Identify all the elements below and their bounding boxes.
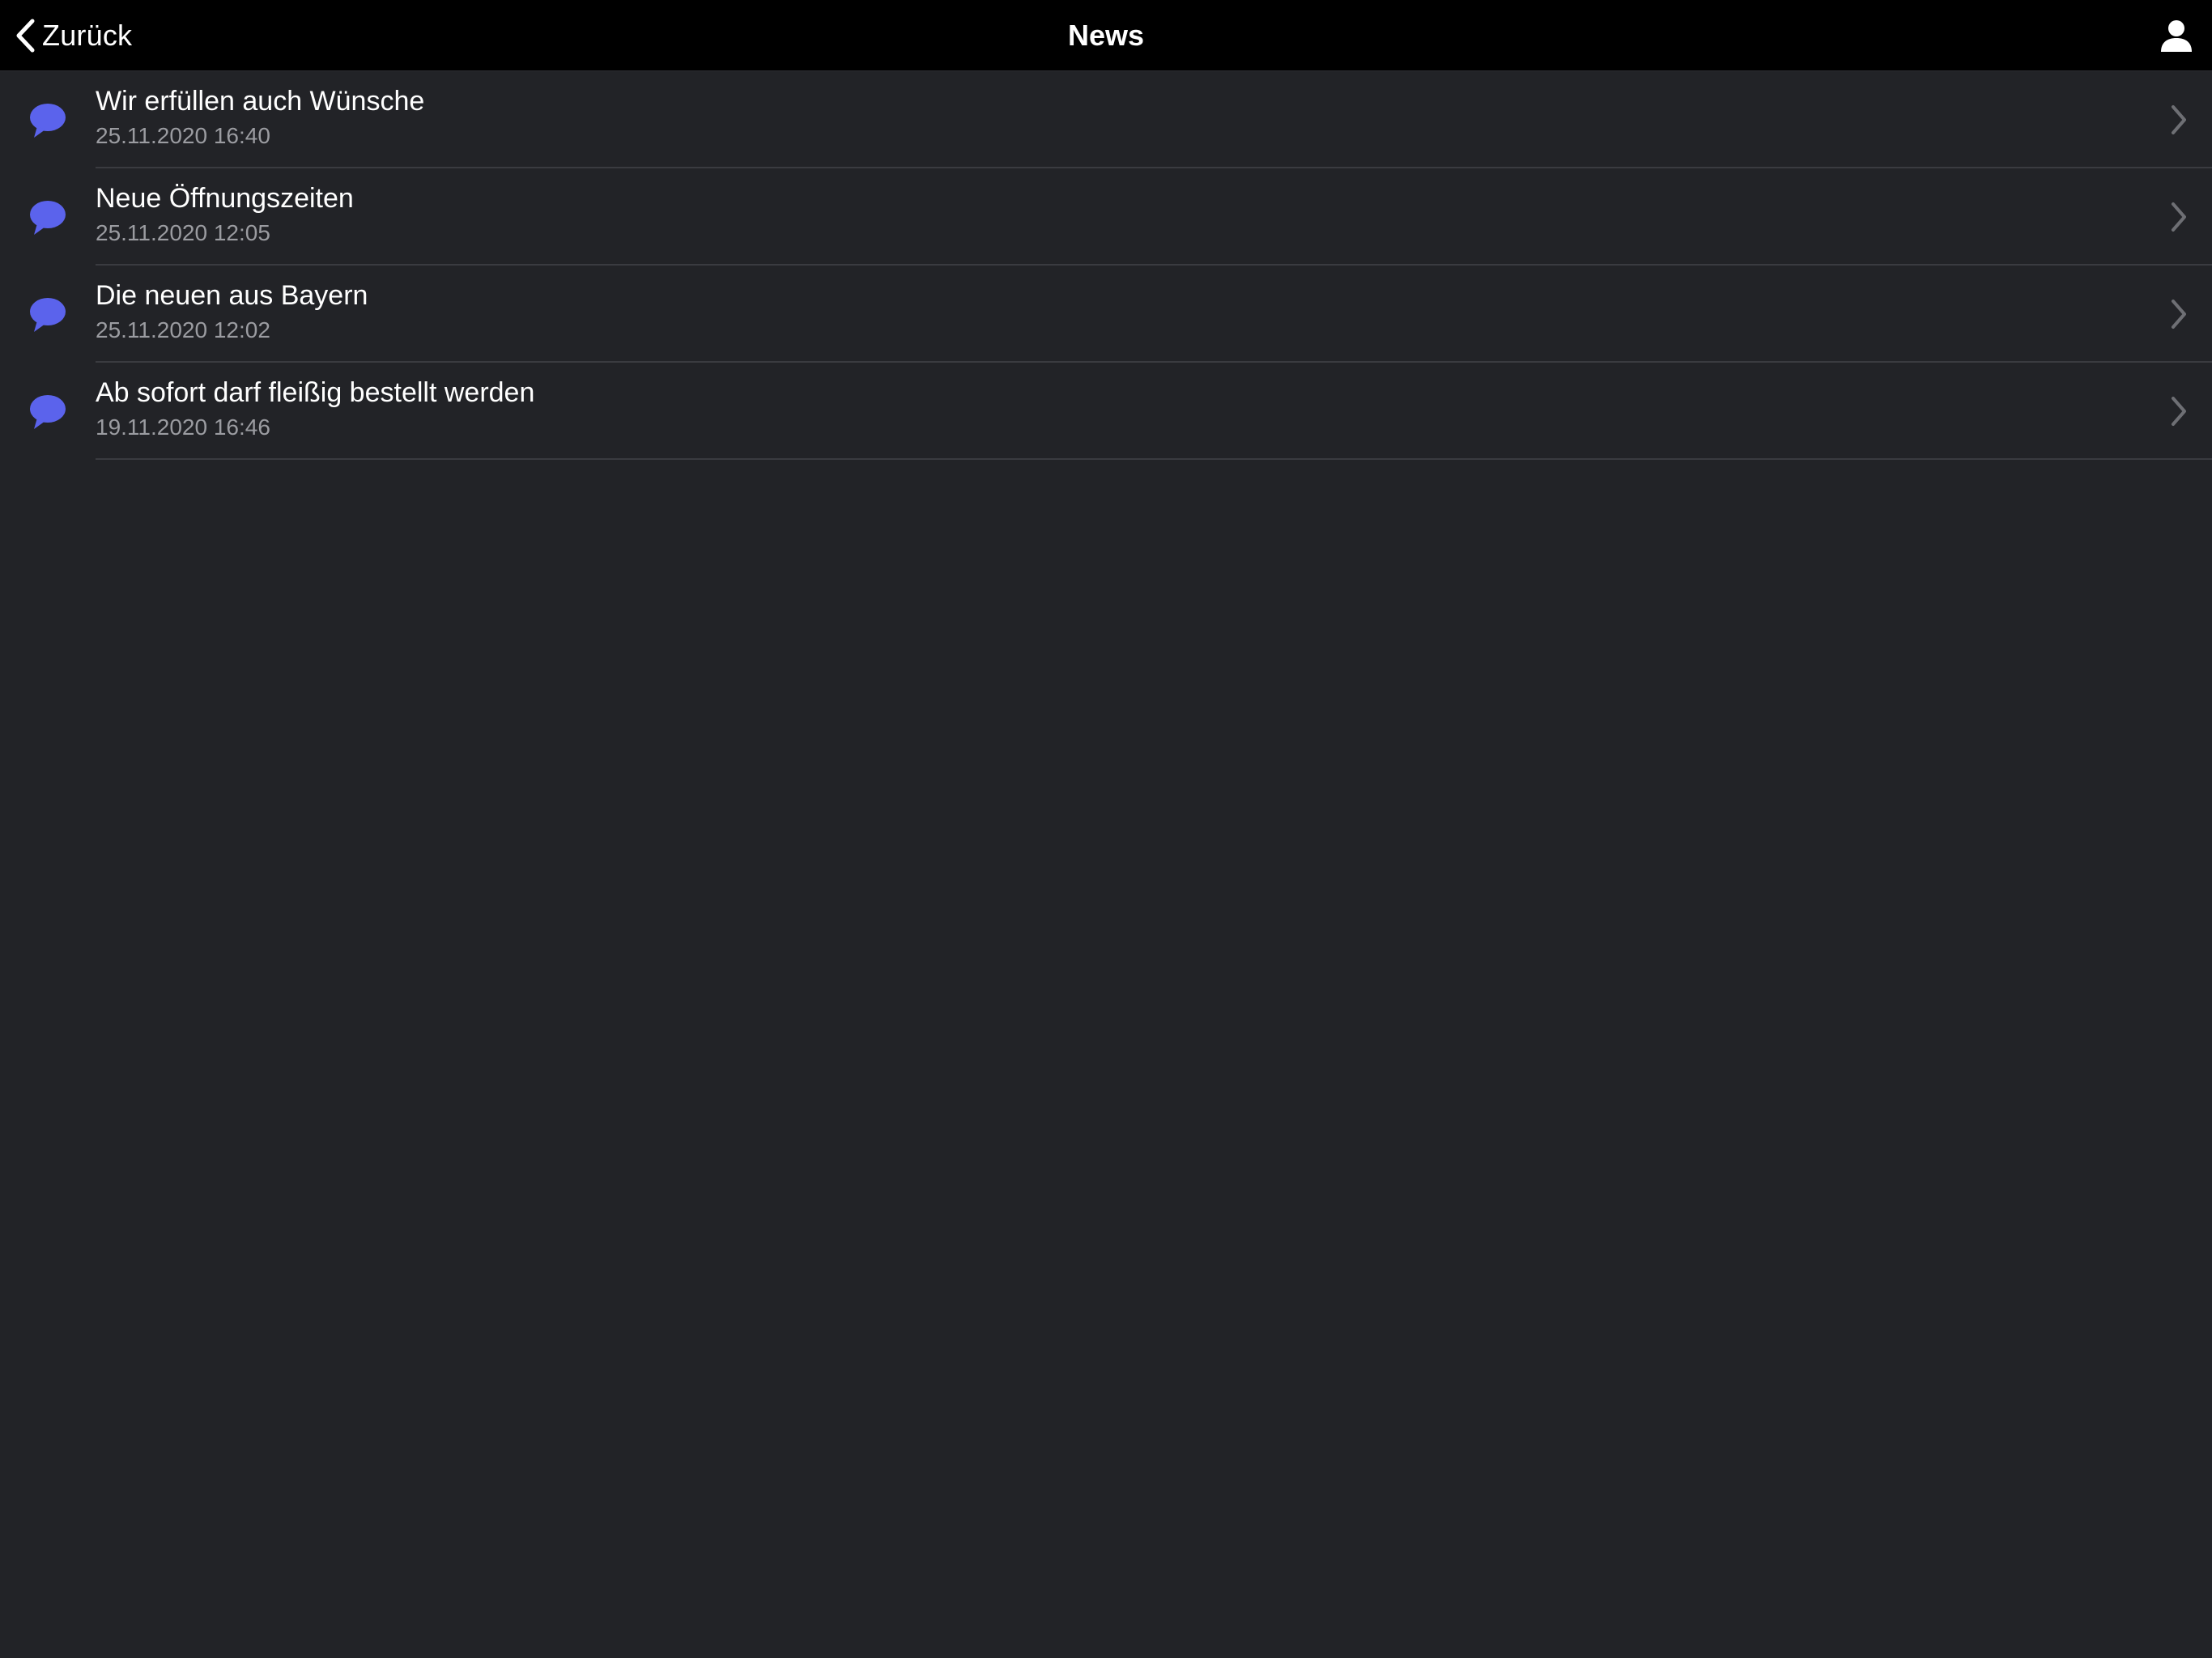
news-list-item[interactable]: Neue Öffnungszeiten 25.11.2020 12:05 [0, 168, 2212, 266]
speech-bubble-icon [30, 298, 66, 332]
news-date: 25.11.2020 12:02 [96, 317, 270, 342]
chevron-right-icon [2172, 397, 2186, 426]
speech-bubble-icon [30, 201, 66, 235]
chevron-right-icon [2172, 202, 2186, 232]
navigation-bar: Zurück News [0, 0, 2212, 71]
speech-bubble-icon [30, 395, 66, 429]
news-list-item[interactable]: Wir erfüllen auch Wünsche 25.11.2020 16:… [0, 71, 2212, 168]
page-title: News [1067, 19, 1145, 52]
news-date: 25.11.2020 16:40 [96, 123, 270, 148]
news-title: Ab sofort darf fleißig bestellt werden [96, 377, 535, 408]
back-button[interactable]: Zurück [15, 0, 132, 70]
speech-bubble-icon [30, 104, 66, 138]
back-button-label: Zurück [42, 18, 133, 52]
row-divider [96, 458, 2212, 460]
profile-button[interactable] [2159, 18, 2194, 53]
news-title: Neue Öffnungszeiten [96, 183, 354, 214]
news-date: 19.11.2020 16:46 [96, 414, 270, 440]
news-date: 25.11.2020 12:05 [96, 220, 270, 245]
chevron-left-icon [16, 19, 35, 52]
person-icon [2161, 20, 2192, 52]
news-title: Wir erfüllen auch Wünsche [96, 86, 425, 117]
news-list-item[interactable]: Ab sofort darf fleißig bestellt werden 1… [0, 363, 2212, 460]
chevron-right-icon [2172, 105, 2186, 134]
news-title: Die neuen aus Bayern [96, 280, 368, 311]
chevron-right-icon [2172, 300, 2186, 329]
news-list: Wir erfüllen auch Wünsche 25.11.2020 16:… [0, 71, 2212, 460]
news-list-item[interactable]: Die neuen aus Bayern 25.11.2020 12:02 [0, 266, 2212, 363]
